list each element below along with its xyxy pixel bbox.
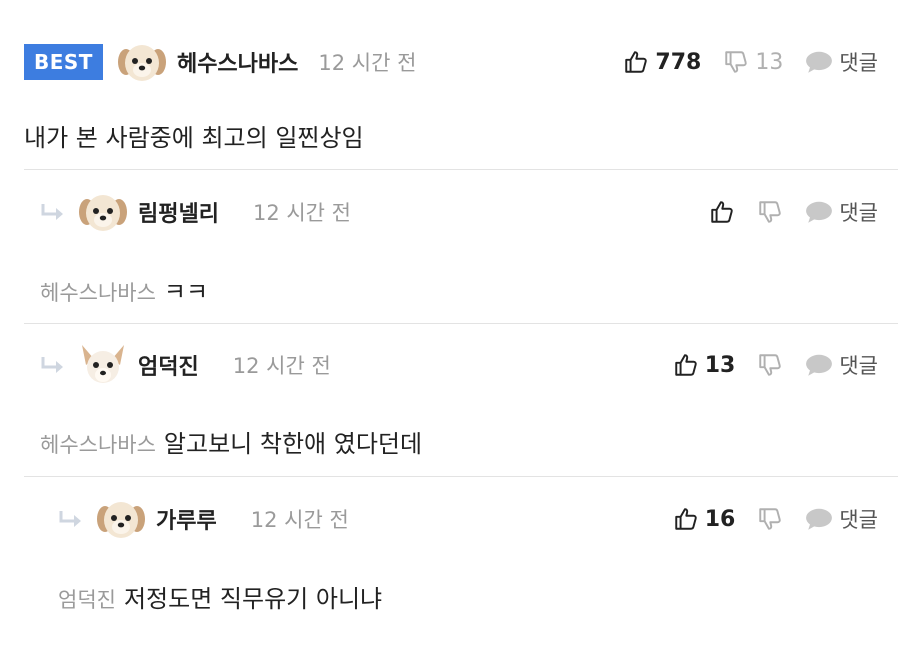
thumbs-up-icon (623, 49, 649, 75)
author-nickname[interactable]: 가루루 (156, 503, 217, 535)
divider (24, 476, 898, 477)
thumbs-down-icon (757, 199, 783, 225)
speech-bubble-icon (805, 507, 833, 531)
reply-arrow-icon (40, 202, 66, 222)
dislike-button[interactable] (757, 506, 783, 532)
mention-nickname[interactable]: 헤수스나바스 (40, 433, 156, 457)
speech-bubble-icon (805, 200, 833, 224)
reply-arrow-icon (58, 509, 84, 529)
comment-body: 저정도면 직무유기 아니냐 (123, 585, 383, 613)
like-count: 778 (655, 49, 702, 75)
comment-body: 알고보니 착한애 였다던데 (163, 430, 423, 458)
dislike-button[interactable] (757, 352, 783, 378)
mention-nickname[interactable]: 헤수스나바스 (40, 281, 156, 305)
dog-avatar-icon[interactable] (96, 497, 146, 541)
speech-bubble-icon (805, 50, 833, 74)
thumbs-up-icon (709, 199, 735, 225)
dislike-button[interactable] (757, 199, 783, 225)
reply-arrow-icon (40, 355, 66, 375)
dislike-button[interactable]: 13 (723, 49, 783, 75)
reply-label: 댓글 (839, 508, 878, 532)
thumbs-down-icon (723, 49, 749, 75)
thumbs-down-icon (757, 506, 783, 532)
reply-button[interactable]: 댓글 (805, 197, 878, 227)
timestamp: 12 시간 전 (318, 51, 417, 75)
dog-avatar-icon[interactable] (117, 40, 167, 84)
timestamp: 12 시간 전 (250, 508, 349, 532)
reply-label: 댓글 (839, 201, 878, 225)
comment-text: 엄덕진 저정도면 직무유기 아니냐 (58, 579, 382, 614)
comment-actions: 댓글 (687, 190, 878, 234)
comment-text: 헤수스나바스 알고보니 착한애 였다던데 (40, 424, 422, 459)
comment-actions: 13 댓글 (651, 343, 878, 387)
reply-label: 댓글 (839, 51, 878, 75)
comment-header: 가루루 12 시간 전 (58, 497, 349, 541)
reply-button[interactable]: 댓글 (805, 47, 878, 77)
reply-button[interactable]: 댓글 (805, 350, 878, 380)
author-nickname[interactable]: 엄덕진 (138, 349, 199, 381)
comment-actions: 778 13 댓글 (601, 40, 878, 84)
best-badge: BEST (24, 44, 103, 80)
thumbs-up-icon (673, 352, 699, 378)
author-nickname[interactable]: 헤수스나바스 (177, 46, 298, 78)
reply-label: 댓글 (839, 354, 878, 378)
like-count: 16 (704, 506, 736, 532)
divider (24, 169, 898, 170)
like-button[interactable]: 13 (673, 352, 736, 378)
timestamp: 12 시간 전 (232, 354, 331, 378)
thumbs-down-icon (757, 352, 783, 378)
thumbs-up-icon (673, 506, 699, 532)
divider (24, 323, 898, 324)
chihuahua-avatar-icon[interactable] (78, 343, 128, 387)
comment-text: 헤수스나바스 ㅋㅋ (40, 272, 208, 307)
speech-bubble-icon (805, 353, 833, 377)
comment-header: 엄덕진 12 시간 전 (40, 343, 331, 387)
like-button[interactable]: 16 (673, 506, 736, 532)
comment-text: 내가 본 사람중에 최고의 일찐상임 (24, 124, 364, 152)
mention-nickname[interactable]: 엄덕진 (58, 588, 116, 612)
dislike-count: 13 (755, 49, 784, 75)
author-nickname[interactable]: 림펑넬리 (138, 196, 219, 228)
comment-header: BEST 헤수스나바스 12 시간 전 (24, 40, 416, 84)
comment-body: ㅋㅋ (163, 278, 209, 306)
timestamp: 12 시간 전 (252, 201, 352, 225)
comment-actions: 16 댓글 (651, 497, 878, 541)
like-button[interactable] (709, 199, 735, 225)
reply-button[interactable]: 댓글 (805, 504, 878, 534)
like-count: 13 (704, 352, 736, 378)
dog-avatar-icon[interactable] (78, 190, 128, 234)
comment-header: 림펑넬리 12 시간 전 (40, 190, 351, 234)
like-button[interactable]: 778 (623, 49, 701, 75)
